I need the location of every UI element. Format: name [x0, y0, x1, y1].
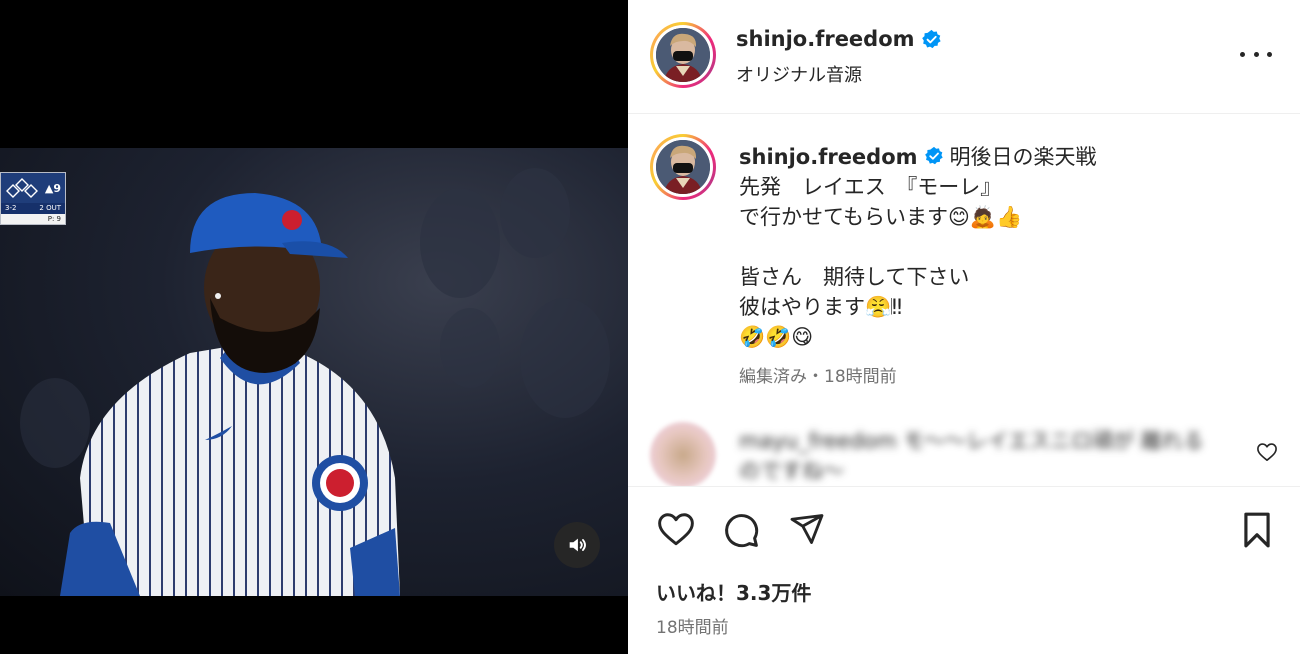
more-options-icon: [1267, 51, 1272, 57]
post-caption: shinjo.freedom 明後日の楽天戦 先発 レイエス 『モーレ』 で行か…: [739, 142, 1279, 352]
post-timestamp[interactable]: 18時間前: [656, 613, 729, 638]
caption-line: 彼はやります😤𝄀‼: [739, 295, 903, 319]
pitch-count: 3-2: [5, 204, 17, 212]
bookmark-icon[interactable]: [1240, 511, 1274, 549]
profile-photo: [656, 28, 710, 82]
header-username-row: shinjo.freedom: [736, 27, 942, 51]
inning-indicator: ▲9: [44, 181, 61, 195]
post-panel: shinjo.freedom オリジナル音源 shinjo.freedom 明後…: [628, 0, 1300, 654]
caption-line: 先発 レイエス 『モーレ』: [739, 175, 1002, 199]
verified-badge-icon: [924, 146, 943, 165]
scoreboard-overlay: ▲9 3-2 2 OUT P: 9: [0, 172, 66, 225]
audio-label[interactable]: オリジナル音源: [736, 61, 862, 87]
pitcher-figure: [60, 193, 400, 596]
speaker-icon: [569, 538, 586, 552]
header-username[interactable]: shinjo.freedom: [736, 27, 915, 51]
caption-line: 皆さん 期待して下さい: [739, 265, 970, 289]
caption-first-line: shinjo.freedom 明後日の楽天戦: [739, 142, 1279, 172]
mute-button[interactable]: [554, 522, 600, 568]
commenter-avatar[interactable]: [650, 422, 716, 486]
outs-count: 2 OUT: [39, 204, 61, 212]
pitch-total: P: 9: [47, 215, 61, 223]
heart-icon[interactable]: [1256, 442, 1278, 462]
inning-number: 9: [53, 181, 61, 195]
post-media[interactable]: ▲9 3-2 2 OUT P: 9: [0, 0, 628, 654]
header-avatar[interactable]: [650, 22, 716, 88]
more-options-button[interactable]: [1240, 46, 1272, 62]
likes-count[interactable]: いいね！3.3万件: [656, 577, 811, 606]
heart-icon[interactable]: [656, 511, 696, 547]
comment-bubble-icon[interactable]: [722, 511, 760, 549]
caption-meta: 編集済み・18時間前: [739, 367, 897, 387]
video-player[interactable]: ▲9 3-2 2 OUT P: 9: [0, 148, 628, 596]
more-options-icon: [1240, 51, 1245, 57]
post-header: shinjo.freedom オリジナル音源: [628, 0, 1300, 114]
verified-badge-icon: [921, 29, 941, 48]
comment-text: mayu_freedom モ〜〜レイエスニロ頑が 離れるのですね〜: [739, 429, 1204, 483]
send-icon[interactable]: [788, 511, 826, 547]
more-options-icon: [1253, 51, 1259, 57]
profile-photo: [656, 140, 710, 194]
comment-row[interactable]: mayu_freedom モ〜〜レイエスニロ頑が 離れるのですね〜: [628, 410, 1300, 486]
caption-line: 🤣🤣😋: [739, 325, 814, 349]
bases-diamond-icon: [6, 178, 38, 198]
caption-avatar[interactable]: [650, 134, 716, 200]
caption-line: で行かせてもらいます😊🙇👍: [739, 205, 1023, 229]
caption-line: 明後日の楽天戦: [949, 145, 1097, 169]
caption-username[interactable]: shinjo.freedom: [739, 145, 918, 169]
action-bar: いいね！3.3万件 18時間前: [628, 486, 1300, 654]
